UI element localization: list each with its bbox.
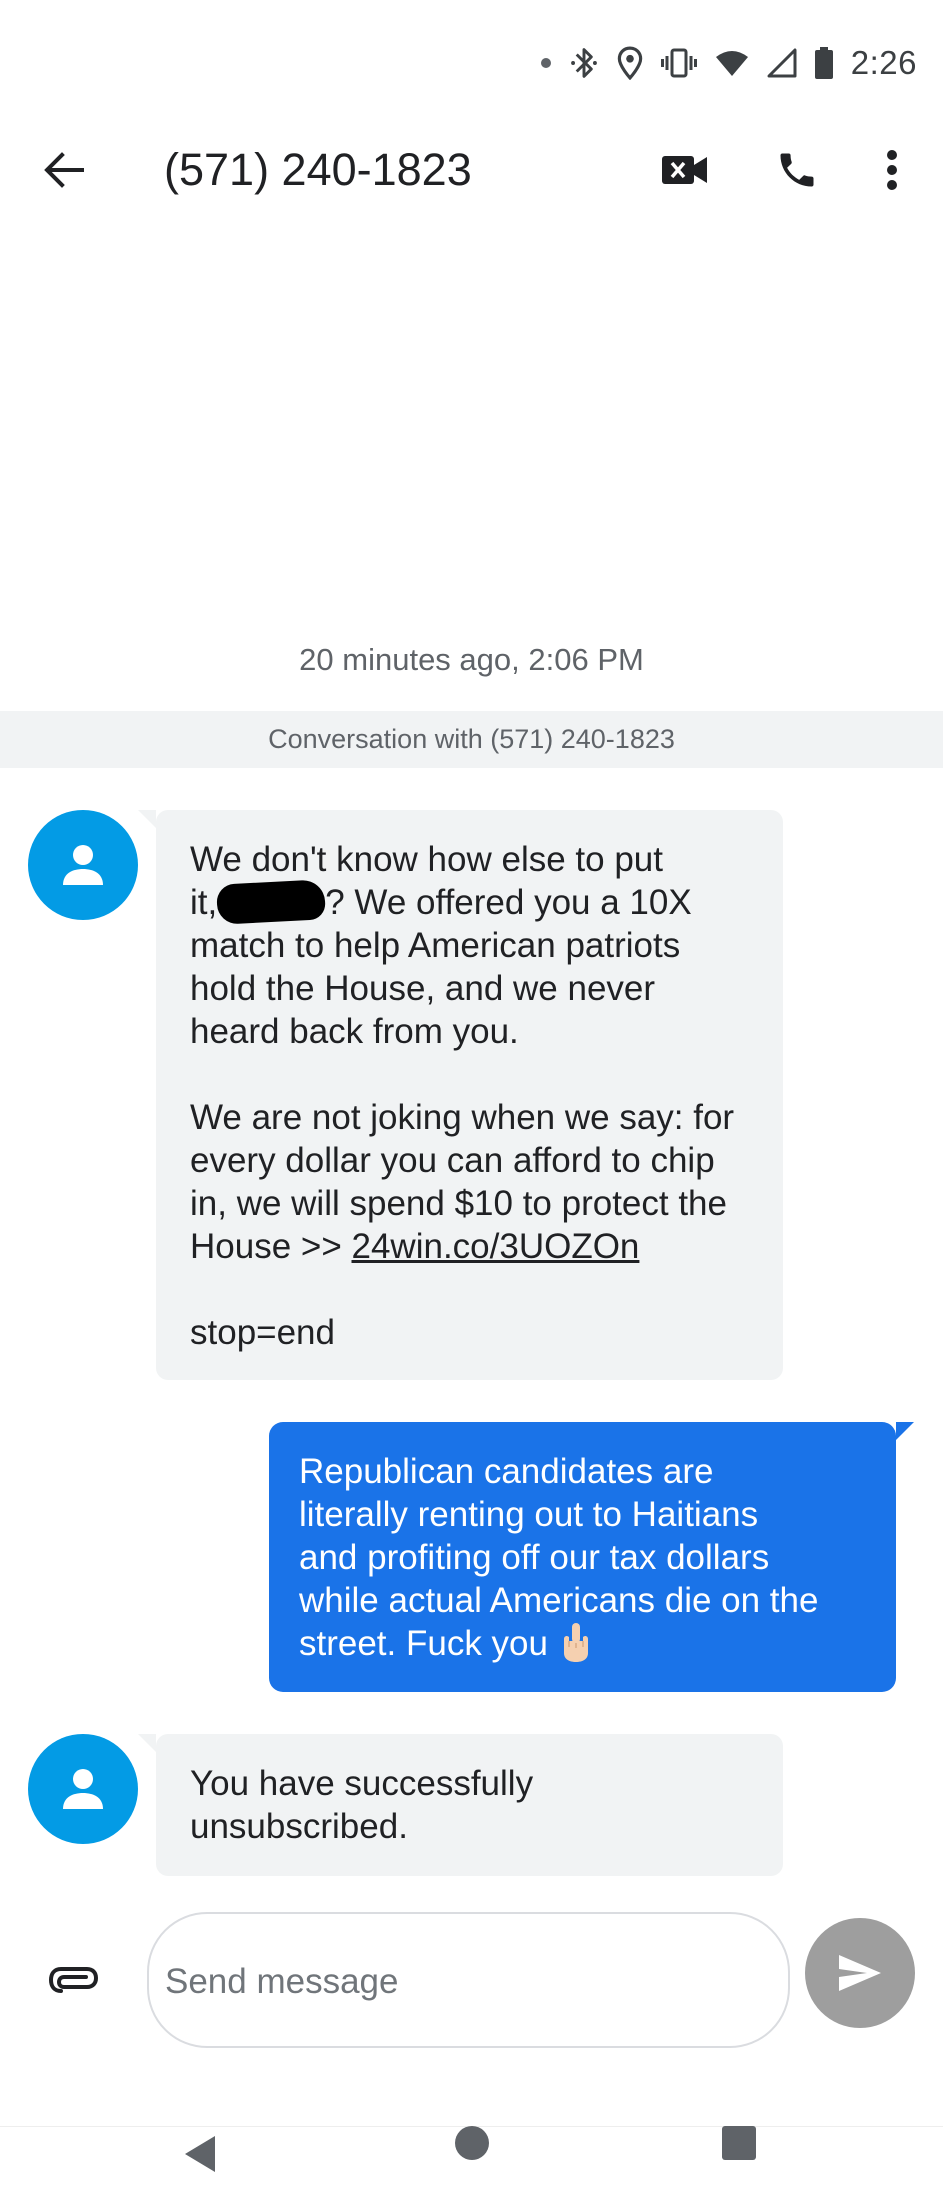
signal-icon [767, 48, 797, 78]
wifi-icon [715, 51, 748, 76]
status-icons: 2:26 [540, 40, 917, 86]
person-icon [63, 1769, 103, 1809]
attachment-icon [49, 1967, 99, 1993]
conversation-banner: Conversation with (571) 240-1823 [0, 711, 943, 768]
status-time: 2:26 [850, 44, 917, 81]
message-line: literally renting out to Haitians [299, 1495, 759, 1534]
person-icon [63, 845, 103, 885]
message-link[interactable]: 24win.co/3UOZOn [352, 1227, 640, 1266]
message-text: it, [190, 883, 218, 922]
nav-recents-button[interactable] [722, 2126, 756, 2160]
message-line: while actual Americans die on the [299, 1581, 819, 1620]
message-line: We don't know how else to put [190, 840, 663, 879]
message-line: heard back from you. [190, 1012, 519, 1051]
send-icon [839, 1955, 881, 1991]
message-line: street. Fuck you [299, 1622, 862, 1665]
back-arrow-icon [44, 152, 84, 188]
video-call-button[interactable] [655, 140, 715, 200]
message-timestamp: 20 minutes ago, 2:06 PM [299, 642, 644, 677]
message-line: in, we will spend $10 to protect the [190, 1184, 727, 1223]
contact-avatar[interactable] [28, 1734, 138, 1844]
phone-icon [780, 153, 814, 187]
message-input[interactable] [163, 1958, 767, 2006]
more-options-button[interactable] [864, 138, 920, 202]
middle-finger-emoji-icon [563, 1623, 588, 1662]
message-line: hold the House, and we never [190, 969, 656, 1008]
bluetooth-icon [570, 48, 597, 78]
message-line: We are not joking when we say: for [190, 1098, 735, 1137]
status-bar: 2:26 [0, 0, 943, 120]
message-line: Republican candidates are [299, 1452, 714, 1491]
video-call-icon [662, 156, 707, 184]
notification-dot-icon [540, 58, 551, 68]
message-line: every dollar you can afford to chip [190, 1141, 715, 1180]
message-line: stop=end [190, 1313, 335, 1352]
redaction-mark [216, 879, 327, 925]
message-line: unsubscribed. [190, 1807, 408, 1846]
message-composer [147, 1912, 790, 2048]
nav-back-icon [185, 2136, 215, 2172]
message-text: House >> [190, 1227, 352, 1266]
message-line: match to help American patriots [190, 926, 681, 965]
contact-avatar[interactable] [28, 810, 138, 920]
send-button[interactable] [805, 1918, 915, 2028]
message-line: and profiting off our tax dollars [299, 1538, 770, 1577]
nav-home-button[interactable] [455, 2126, 489, 2160]
message-text: ? We offered you a 10X [325, 883, 692, 922]
phone-call-button[interactable] [765, 138, 829, 202]
message-bubble-incoming[interactable]: You have successfully unsubscribed. [138, 1734, 783, 1876]
message-line: House >> 24win.co/3UOZOn [190, 1225, 751, 1268]
vibrate-icon [660, 48, 697, 78]
message-bubble-incoming[interactable]: We don't know how else to put it, ? We of… [138, 810, 783, 1380]
message-bubble-outgoing[interactable]: Republican candidates are literally rent… [269, 1422, 914, 1692]
conversation-title: (571) 240-1823 [164, 144, 472, 195]
attach-button[interactable] [46, 1958, 102, 2002]
message-text: street. Fuck you [299, 1624, 548, 1663]
battery-icon [814, 47, 833, 79]
message-line: it, ? We offered you a 10X [190, 879, 751, 925]
more-vert-icon [887, 150, 897, 190]
nav-back-button[interactable] [180, 2128, 220, 2180]
message-line: You have successfully [190, 1764, 534, 1803]
back-button[interactable] [30, 140, 98, 200]
location-icon [617, 46, 642, 80]
